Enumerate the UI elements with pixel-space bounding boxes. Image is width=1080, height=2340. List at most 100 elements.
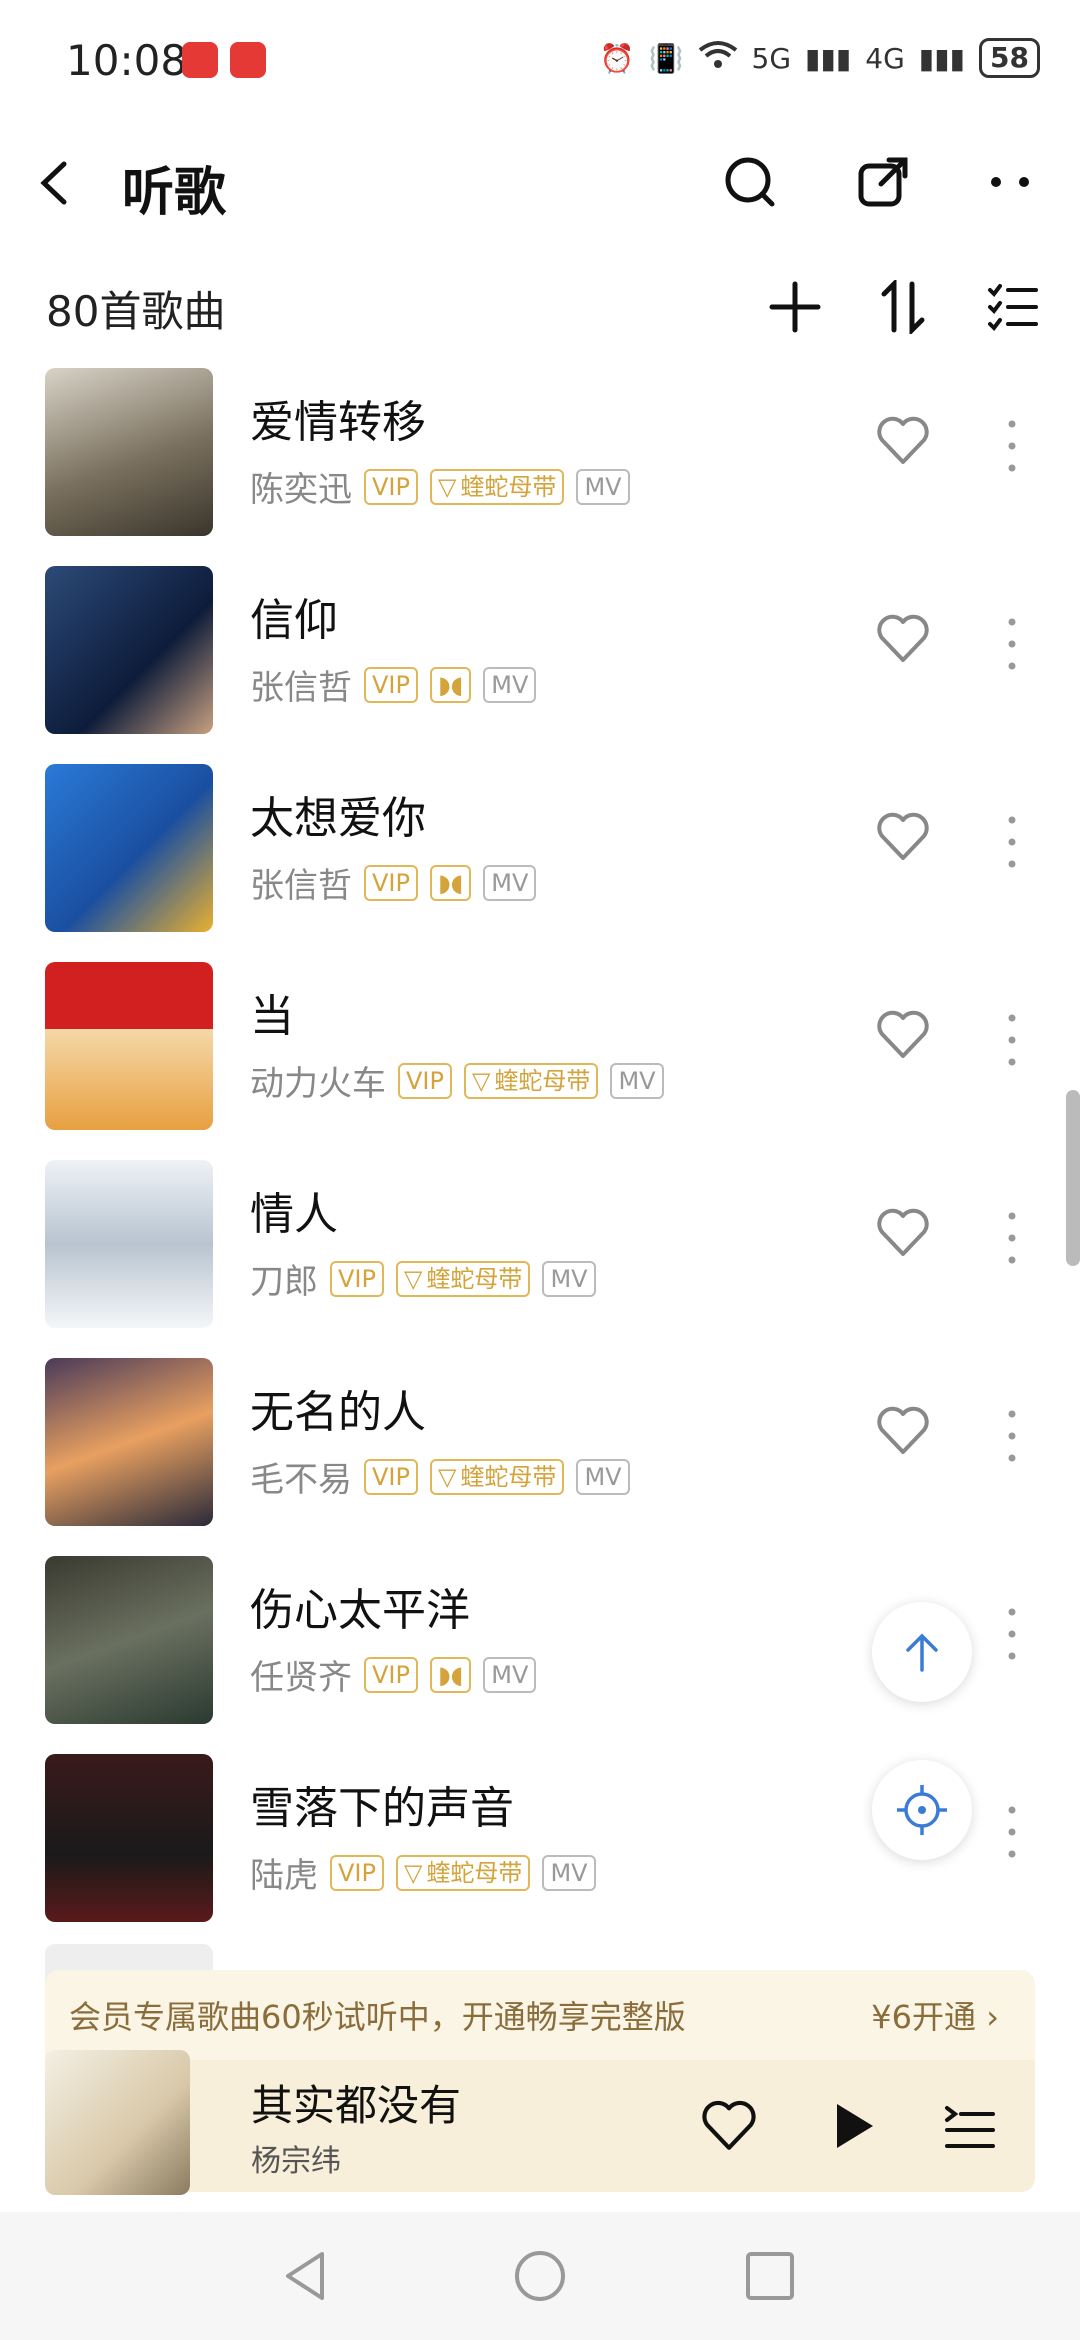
song-row[interactable]: 爱情转移 陈奕迅 VIP ▽ 蝰蛇母带 MV — [0, 366, 1080, 564]
batch-select-icon[interactable] — [986, 280, 1040, 334]
subscribe-price: ¥6开通 — [871, 1998, 977, 2036]
vip-badge: VIP — [364, 468, 418, 505]
mv-badge: MV — [542, 1260, 596, 1297]
signal-5g-label: 5G — [751, 41, 792, 75]
system-nav-bar — [0, 2212, 1080, 2340]
song-title: 伤心太平洋 — [250, 1585, 470, 1636]
add-icon[interactable] — [768, 280, 822, 334]
album-cover — [45, 962, 213, 1130]
sort-icon[interactable] — [876, 280, 930, 334]
playlist-icon[interactable] — [943, 2100, 997, 2152]
locate-current-button[interactable] — [872, 1760, 972, 1860]
mv-badge: MV — [610, 1062, 664, 1099]
viper-icon: ▽ — [437, 1462, 457, 1491]
song-artist: 陈奕迅 — [250, 470, 352, 510]
nav-back-icon[interactable] — [278, 2246, 338, 2306]
status-icons: ⏰ 📳 5G ▮▮▮ 4G ▮▮▮ 58 — [600, 38, 1040, 78]
viper-icon: ▽ — [403, 1264, 423, 1293]
more-options-icon[interactable] — [984, 154, 1040, 210]
song-title: 当 — [250, 991, 294, 1042]
song-meta: 张信哲 VIP ◗◖ MV — [250, 660, 537, 709]
song-title: 无名的人 — [250, 1387, 426, 1438]
status-time: 10:08 — [66, 36, 188, 85]
page-title: 听歌 — [122, 163, 227, 223]
song-more-icon[interactable] — [1000, 812, 1024, 872]
share-icon[interactable] — [855, 154, 911, 210]
vip-badge: VIP — [364, 666, 418, 703]
nav-recents-icon[interactable] — [740, 2246, 800, 2306]
vibrate-icon: 📳 — [648, 41, 684, 75]
quality-badge-label: 蝰蛇母带 — [426, 1264, 523, 1293]
song-row[interactable]: 信仰 张信哲 VIP ◗◖ MV — [0, 564, 1080, 762]
song-more-icon[interactable] — [1000, 614, 1024, 674]
chevron-right-icon: › — [986, 1998, 999, 2036]
vip-badge: VIP — [364, 864, 418, 901]
song-more-icon[interactable] — [1000, 1604, 1024, 1664]
song-more-icon[interactable] — [1000, 1208, 1024, 1268]
player-song-title: 其实都没有 — [251, 2081, 462, 2130]
alarm-icon: ⏰ — [599, 41, 635, 75]
vip-badge: VIP — [364, 1458, 418, 1495]
notification-app-icon — [230, 42, 266, 78]
song-meta: 动力火车 VIP ▽ 蝰蛇母带 MV — [250, 1056, 664, 1105]
quality-badge: ▽ 蝰蛇母带 — [429, 1458, 565, 1495]
song-more-icon[interactable] — [1000, 1802, 1024, 1862]
notification-app-icon — [182, 42, 218, 78]
quality-badge: ▽ 蝰蛇母带 — [395, 1260, 531, 1297]
song-row[interactable]: 无名的人 毛不易 VIP ▽ 蝰蛇母带 MV — [0, 1356, 1080, 1554]
song-more-icon[interactable] — [1000, 1406, 1024, 1466]
subscribe-link[interactable]: ¥6开通 › — [871, 1992, 999, 2038]
mini-player[interactable]: 其实都没有 杨宗纬 — [45, 2050, 1035, 2195]
nav-home-icon[interactable] — [510, 2246, 570, 2306]
favorite-icon[interactable] — [876, 1010, 930, 1060]
album-cover — [45, 1754, 213, 1922]
favorite-icon[interactable] — [876, 614, 930, 664]
song-title: 雪落下的声音 — [250, 1783, 514, 1834]
player-favorite-icon[interactable] — [701, 2100, 757, 2152]
mv-badge: MV — [483, 864, 537, 901]
dolby-icon: ◗◖ — [437, 1660, 464, 1689]
song-artist: 陆虎 — [250, 1856, 318, 1896]
album-cover — [45, 764, 213, 932]
vip-badge: VIP — [330, 1854, 384, 1891]
dolby-badge: ◗◖ — [429, 1656, 472, 1693]
favorite-icon[interactable] — [876, 416, 930, 466]
back-icon[interactable] — [30, 158, 80, 208]
song-meta: 毛不易 VIP ▽ 蝰蛇母带 MV — [250, 1452, 630, 1501]
banner-text: 会员专属歌曲60秒试听中，开通畅享完整版 — [69, 1998, 686, 2036]
scroll-top-button[interactable] — [872, 1602, 972, 1702]
song-title: 信仰 — [250, 595, 338, 646]
song-row[interactable]: 当 动力火车 VIP ▽ 蝰蛇母带 MV — [0, 960, 1080, 1158]
vip-badge: VIP — [330, 1260, 384, 1297]
mv-badge: MV — [576, 1458, 630, 1495]
status-bar: 10:08 ⏰ 📳 5G ▮▮▮ 4G ▮▮▮ 58 — [0, 0, 1080, 120]
search-icon[interactable] — [722, 154, 778, 210]
song-meta: 陈奕迅 VIP ▽ 蝰蛇母带 MV — [250, 462, 630, 511]
quality-badge: ▽ 蝰蛇母带 — [429, 468, 565, 505]
vip-badge: VIP — [364, 1656, 418, 1693]
song-row[interactable]: 太想爱你 张信哲 VIP ◗◖ MV — [0, 762, 1080, 960]
favorite-icon[interactable] — [876, 812, 930, 862]
song-more-icon[interactable] — [1000, 416, 1024, 476]
song-meta: 刀郎 VIP ▽ 蝰蛇母带 MV — [250, 1254, 596, 1303]
signal-icon: ▮▮▮ — [918, 41, 966, 75]
song-title: 情人 — [250, 1189, 338, 1240]
favorite-icon[interactable] — [876, 1406, 930, 1456]
vip-trial-banner[interactable]: 会员专属歌曲60秒试听中，开通畅享完整版 ¥6开通 › — [45, 1970, 1035, 2060]
viper-icon: ▽ — [403, 1858, 423, 1887]
album-cover — [45, 368, 213, 536]
song-artist: 毛不易 — [250, 1460, 352, 1500]
song-more-icon[interactable] — [1000, 1010, 1024, 1070]
scrollbar[interactable] — [1066, 1090, 1080, 1266]
mv-badge: MV — [483, 666, 537, 703]
song-artist: 动力火车 — [250, 1064, 386, 1104]
viper-icon: ▽ — [437, 472, 457, 501]
play-icon[interactable] — [825, 2098, 881, 2154]
viper-icon: ▽ — [471, 1066, 491, 1095]
dolby-badge: ◗◖ — [429, 666, 472, 703]
favorite-icon[interactable] — [876, 1208, 930, 1258]
mv-badge: MV — [542, 1854, 596, 1891]
song-row[interactable]: 情人 刀郎 VIP ▽ 蝰蛇母带 MV — [0, 1158, 1080, 1356]
player-album-cover — [45, 2050, 190, 2195]
vip-badge: VIP — [398, 1062, 452, 1099]
